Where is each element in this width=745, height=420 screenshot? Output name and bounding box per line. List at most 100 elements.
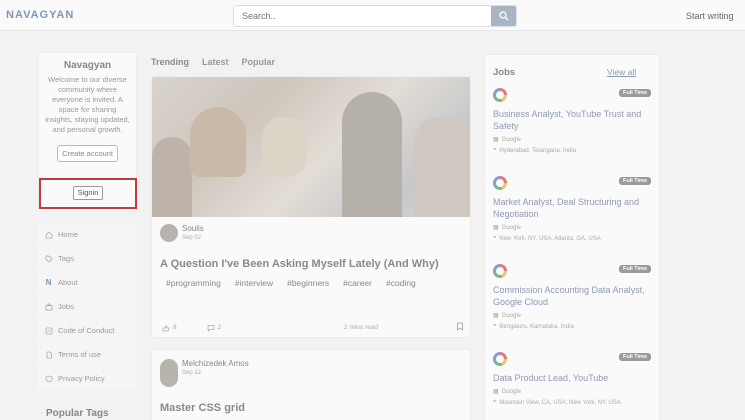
jobs-heading: Jobs [493,67,516,78]
building-icon: ▦ [493,137,499,143]
job-item[interactable]: Full Time Data Product Lead, YouTube ▦ Go… [493,352,655,406]
shield-icon [44,374,53,383]
like-icon [162,324,170,331]
location-pin-icon: ⌖ [493,147,497,153]
location-pin-icon: ⌖ [493,235,497,241]
sidebar-item-label: Terms of use [58,350,101,359]
search-box [233,5,517,27]
read-time: 2 mins read [344,324,378,331]
job-location: ⌖ Bengaluru, Karnataka, India [493,323,574,330]
signin-button[interactable]: Signin [73,186,103,200]
building-icon: ▦ [493,389,499,395]
navagyan-logo[interactable]: NAVAGYAN [6,9,74,21]
building-icon: ▦ [493,225,499,231]
popular-tags-heading: Popular Tags [46,408,109,419]
likes-counter[interactable]: 8 [162,324,177,332]
comments-count: 2 [217,324,222,331]
briefcase-icon [44,302,53,311]
job-type-badge: Full Time [618,265,651,273]
google-logo-icon [493,264,507,278]
welcome-description: Welcome to our diverse community where e… [45,75,130,134]
home-icon [44,230,53,239]
tag-link[interactable]: #programming [166,278,221,288]
job-title[interactable]: Commission Accounting Data Analyst, Goog… [493,284,655,308]
post-title[interactable]: Master CSS grid [160,402,245,414]
search-button[interactable] [491,6,516,26]
likes-count: 8 [173,324,177,331]
sidebar-item-label: Tags [58,254,74,263]
sidebar-item-label: Home [58,230,79,239]
job-type-badge: Full Time [618,177,651,185]
tag-link[interactable]: #coding [386,278,416,288]
google-logo-icon [493,176,507,190]
create-account-button[interactable]: Create account [57,145,118,162]
bookmark-icon[interactable] [456,322,464,333]
author-name[interactable]: Melchizedek Amos [182,359,249,368]
sidebar-item-about[interactable]: N About [38,271,137,295]
job-company: ▦ Google [493,224,522,232]
job-item[interactable]: Full Time Commission Accounting Data Ana… [493,264,655,330]
tag-link[interactable]: #interview [235,278,273,288]
google-logo-icon [493,352,507,366]
view-all-jobs-link[interactable]: View all [607,67,636,77]
sidebar-item-tags[interactable]: Tags [38,247,137,271]
start-writing-link[interactable]: Start writing [686,11,734,21]
welcome-title: Navagyan [63,60,112,71]
post-tags: #programming #interview #beginners #care… [166,278,416,288]
navagyan-logo-icon: N [45,278,52,287]
tab-trending[interactable]: Trending [151,57,189,67]
job-location: ⌖ Hyderabad, Telangana, India [493,147,577,154]
sidebar-item-label: Jobs [58,302,74,311]
job-type-badge: Full Time [618,89,651,97]
building-icon: ▦ [493,313,499,319]
sidebar-item-label: About [58,278,78,287]
google-logo-icon [493,88,507,102]
post-date: Sep 02 [182,235,202,241]
jobs-panel: Jobs View all Full Time Business Analyst… [484,54,660,420]
job-company: ▦ Google [493,136,522,144]
job-item[interactable]: Full Time Market Analyst, Deal Structuri… [493,176,655,242]
tag-link[interactable]: #career [343,278,372,288]
sidebar-nav: Home Tags N About Jobs Code of Conduct T… [38,223,137,391]
location-pin-icon: ⌖ [493,323,497,329]
job-location: ⌖ New York, NY, USA; Atlanta, GA, USA [493,235,601,242]
job-location: ⌖ Mountain View, CA, USA; New York, NY, U… [493,399,621,406]
job-item[interactable]: Full Time Business Analyst, YouTube Trus… [493,88,655,154]
post-card[interactable]: Melchizedek Amos Sep 12 Master CSS grid [151,349,471,420]
avatar[interactable] [160,359,178,387]
sidebar-item-code-of-conduct[interactable]: Code of Conduct [38,319,137,343]
search-icon [498,11,508,21]
job-title[interactable]: Data Product Lead, YouTube [493,372,655,384]
sidebar-item-privacy-policy[interactable]: Privacy Policy [38,367,137,391]
tab-popular[interactable]: Popular [242,57,276,67]
job-title[interactable]: Business Analyst, YouTube Trust and Safe… [493,108,655,132]
avatar[interactable] [160,224,178,242]
post-date: Sep 12 [182,370,202,376]
top-navbar: NAVAGYAN Start writing [0,0,745,31]
sidebar-item-label: Code of Conduct [58,326,115,335]
tag-link[interactable]: #beginners [287,278,329,288]
document-icon [44,326,53,335]
location-pin-icon: ⌖ [493,399,497,405]
post-title[interactable]: A Question I've Been Asking Myself Latel… [160,258,439,270]
sidebar-item-home[interactable]: Home [38,223,137,247]
feed-tabs: Trending Latest Popular [151,57,275,67]
tab-latest[interactable]: Latest [202,57,229,67]
tag-icon [44,254,53,263]
comments-counter[interactable]: 2 [207,324,222,332]
sidebar-item-label: Privacy Policy [58,374,105,383]
post-author[interactable]: Soulis Sep 02 [160,224,204,242]
search-input[interactable] [234,6,492,26]
sidebar-item-terms-of-use[interactable]: Terms of use [38,343,137,367]
post-card[interactable]: Soulis Sep 02 A Question I've Been Askin… [151,76,471,338]
job-type-badge: Full Time [618,353,651,361]
job-company: ▦ Google [493,312,522,320]
sidebar-item-jobs[interactable]: Jobs [38,295,137,319]
job-title[interactable]: Market Analyst, Deal Structuring and Neg… [493,196,655,220]
post-author[interactable]: Melchizedek Amos Sep 12 [160,359,249,387]
comment-icon [207,324,214,332]
post-cover-image[interactable] [152,77,470,217]
post-footer: 8 2 2 mins read [160,322,464,333]
author-name[interactable]: Soulis [182,224,204,233]
file-icon [44,350,53,359]
